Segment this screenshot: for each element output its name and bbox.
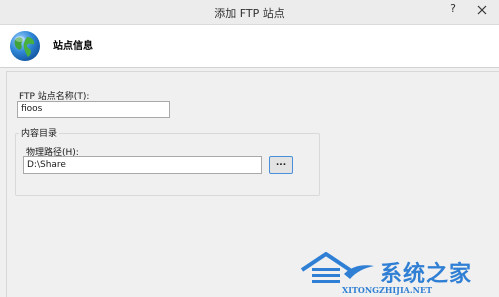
watermark: 系统之家 XITONGZHIJIA.NET	[298, 248, 499, 296]
content-directory-legend: 内容目录	[19, 126, 60, 139]
globe-icon	[10, 31, 40, 61]
watermark-brand: 系统之家	[380, 262, 473, 287]
title-bar: 添加 FTP 站点 ?	[0, 0, 499, 25]
close-icon	[477, 5, 487, 15]
close-button[interactable]	[465, 0, 499, 20]
watermark-url: XITONGZHIJIA.NET	[342, 285, 433, 295]
physical-path-input[interactable]: D:\Share	[23, 156, 262, 174]
site-name-input[interactable]: fioos	[17, 101, 170, 118]
wizard-header: 站点信息	[0, 25, 499, 68]
page-title: 站点信息	[53, 41, 93, 52]
window-title: 添加 FTP 站点	[214, 7, 285, 20]
house-logo-icon	[300, 252, 374, 283]
help-button[interactable]: ?	[450, 2, 456, 15]
browse-button[interactable]: ...	[269, 156, 293, 174]
